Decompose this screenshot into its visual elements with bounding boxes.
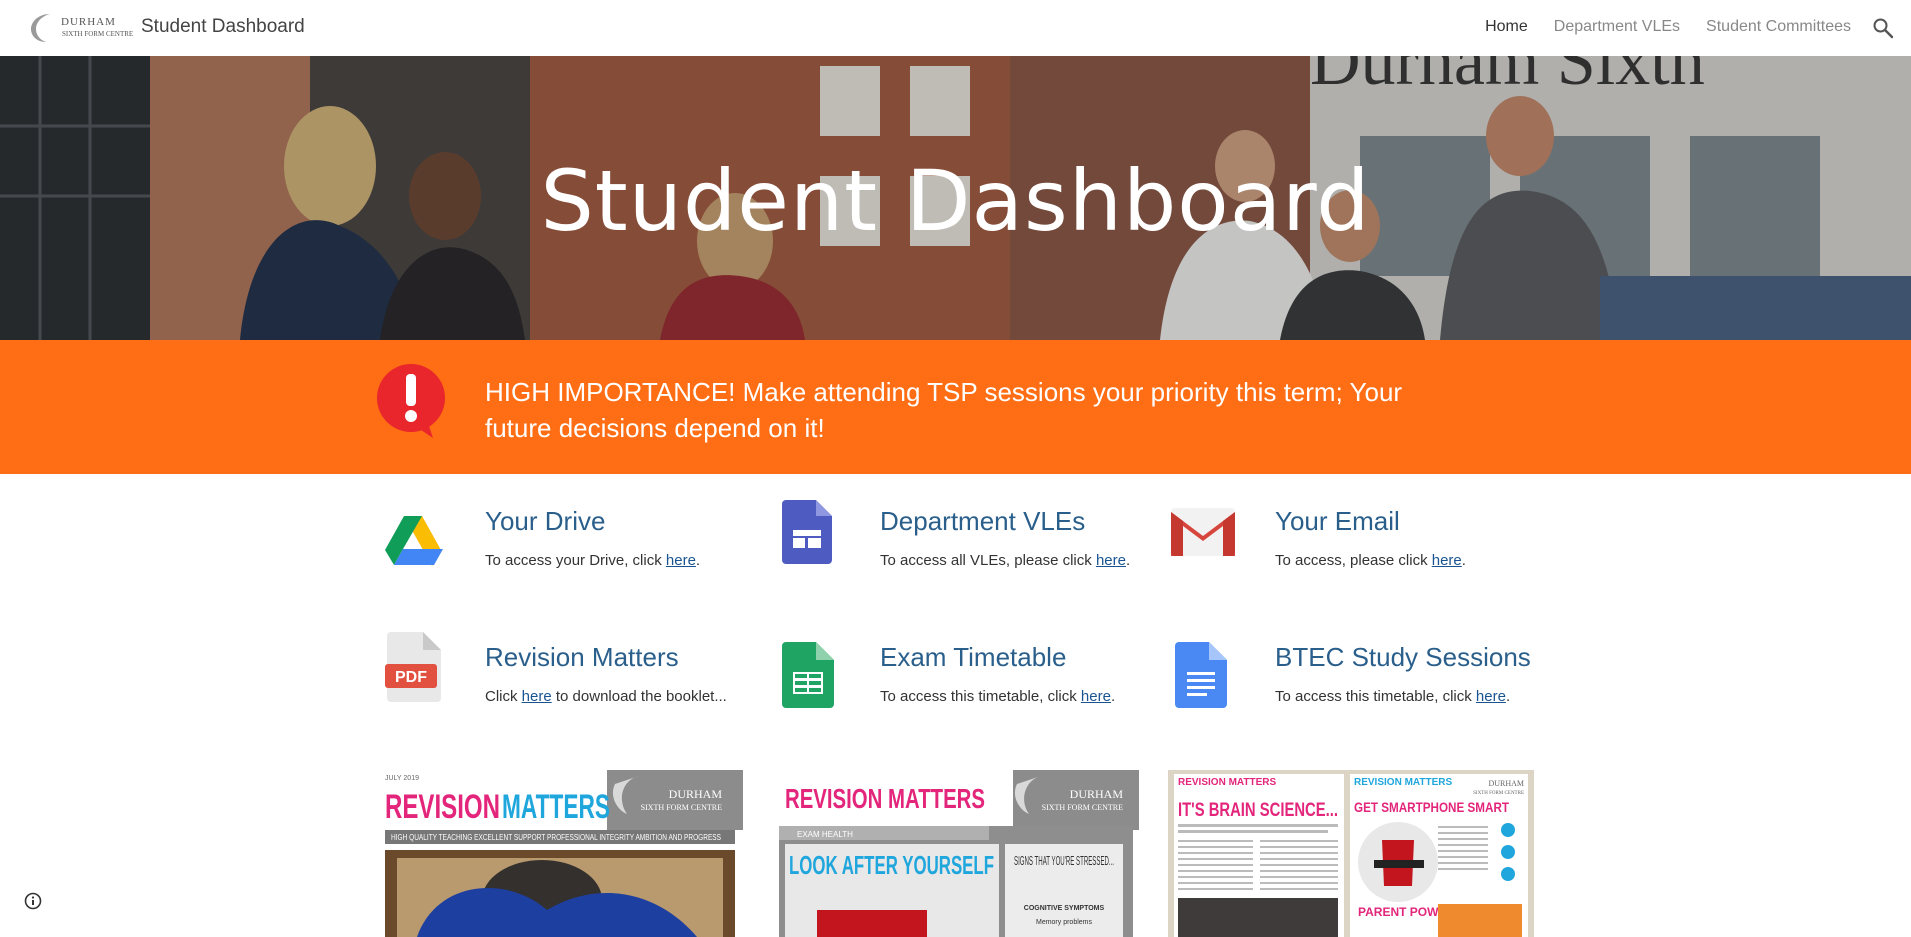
card-title[interactable]: Exam Timetable: [880, 642, 1066, 673]
booklet-cover-2[interactable]: REVISION MATTERS DURHAM SIXTH FORM CENTR…: [773, 770, 1139, 937]
google-sites-icon: [782, 500, 832, 564]
info-icon[interactable]: [24, 892, 42, 910]
gmail-icon: [1171, 508, 1235, 556]
card-desc-end: .: [1110, 688, 1116, 705]
card-desc-text: Click: [485, 688, 522, 705]
school-logo[interactable]: DURHAM SIXTH FORM CENTRE: [28, 10, 133, 44]
card-desc-end: .: [1125, 552, 1131, 569]
card-description: To access, please click here.: [1275, 552, 1466, 569]
booklet-org-2: SIXTH FORM CENTRE: [1042, 803, 1123, 812]
booklet-signs: SIGNS THAT YOU'RE STRESSED...: [1014, 853, 1114, 868]
booklet-brand-2: MATTERS: [502, 788, 610, 826]
card-desc-text: To access this timetable, click: [1275, 688, 1476, 705]
nav-department-vles[interactable]: Department VLEs: [1554, 18, 1680, 36]
google-docs-icon: [1175, 642, 1227, 708]
card-link-here[interactable]: here: [1476, 688, 1506, 705]
booklet-cover-3-art: REVISION MATTERS REVISION MATTERS DURHAM…: [1168, 770, 1534, 937]
card-exam-timetable: Exam Timetable To access this timetable,…: [780, 640, 1140, 740]
card-link-here[interactable]: here: [1096, 552, 1126, 569]
card-link-here[interactable]: here: [666, 552, 696, 569]
booklet-cover-3[interactable]: REVISION MATTERS REVISION MATTERS DURHAM…: [1168, 770, 1534, 937]
hero-banner: Durham Sixth Student Dashboard: [0, 56, 1911, 340]
booklet-brand-1: REVISION: [385, 788, 500, 826]
card-link-here[interactable]: here: [1081, 688, 1111, 705]
card-description: To access all VLEs, please click here.: [880, 552, 1130, 569]
google-sheets-icon: [782, 642, 834, 708]
booklet-right-brand: REVISION MATTERS: [1354, 777, 1452, 788]
top-bar: DURHAM SIXTH FORM CENTRE Student Dashboa…: [0, 0, 1911, 56]
booklet-right-headline: GET SMARTPHONE SMART: [1354, 799, 1509, 815]
nav-home[interactable]: Home: [1485, 18, 1528, 36]
card-description: To access this timetable, click here.: [880, 688, 1115, 705]
card-desc-end: .: [1461, 552, 1466, 569]
booklet-cover-1-art: JULY 2019 REVISION MATTERS DURHAM SIXTH …: [377, 770, 743, 937]
card-desc-text: To access your Drive, click: [485, 552, 666, 569]
booklet-left-brand: REVISION MATTERS: [1178, 777, 1276, 788]
main-nav: Home Department VLEs Student Committees: [1485, 18, 1851, 36]
card-desc-end: to download the booklet...: [551, 688, 727, 705]
booklet-org-1: DURHAM: [1488, 779, 1524, 788]
booklet-cover-1[interactable]: JULY 2019 REVISION MATTERS DURHAM SIXTH …: [377, 770, 743, 937]
card-your-drive: Your Drive To access your Drive, click h…: [385, 504, 745, 604]
booklet-strapline: HIGH QUALITY TEACHING EXCELLENT SUPPORT …: [391, 833, 721, 842]
booklet-org-2: SIXTH FORM CENTRE: [641, 803, 722, 812]
card-department-vles: Department VLEs To access all VLEs, plea…: [780, 500, 1140, 604]
booklet-tab: EXAM HEALTH: [797, 830, 853, 839]
card-description: Click here to download the booklet...: [485, 688, 727, 705]
logo-line-1: DURHAM: [61, 16, 116, 28]
booklet-left-headline: IT'S BRAIN SCIENCE...: [1178, 800, 1338, 821]
card-title[interactable]: BTEC Study Sessions: [1275, 642, 1531, 673]
booklet-org-1: DURHAM: [1070, 787, 1124, 801]
booklet-brand: REVISION MATTERS: [785, 783, 985, 814]
hero-title: Student Dashboard: [540, 152, 1371, 250]
booklet-org-1: DURHAM: [669, 787, 723, 801]
google-drive-icon: [385, 516, 443, 566]
booklet-cover-2-art: REVISION MATTERS DURHAM SIXTH FORM CENTR…: [773, 770, 1139, 937]
alert-message: HIGH IMPORTANCE! Make attending TSP sess…: [485, 377, 1403, 443]
card-desc-end: .: [1505, 688, 1511, 705]
logo-crescent-icon: [31, 14, 50, 42]
card-title[interactable]: Your Drive: [485, 506, 605, 537]
card-desc-end: .: [695, 552, 701, 569]
card-description: To access this timetable, click here.: [1275, 688, 1510, 705]
card-title[interactable]: Revision Matters: [485, 642, 679, 673]
card-desc-text: To access, please click: [1275, 552, 1432, 569]
svg-text:PDF: PDF: [395, 669, 427, 686]
card-description: To access your Drive, click here.: [485, 552, 700, 569]
booklet-sub-2: Memory problems: [1036, 919, 1093, 926]
booklet-org-2: SIXTH FORM CENTRE: [1473, 791, 1524, 796]
booklet-headline: LOOK AFTER YOURSELF: [789, 850, 994, 880]
logo-line-2: SIXTH FORM CENTRE: [62, 30, 134, 38]
search-icon[interactable]: [1871, 16, 1895, 40]
card-revision-matters: PDF Revision Matters Click here to downl…: [385, 632, 745, 740]
pdf-icon: PDF: [385, 632, 441, 702]
card-link-here[interactable]: here: [522, 688, 552, 705]
card-title[interactable]: Department VLEs: [880, 506, 1085, 537]
card-btec-study-sessions: BTEC Study Sessions To access this timet…: [1175, 640, 1535, 740]
card-desc-text: To access all VLEs, please click: [880, 552, 1096, 569]
nav-student-committees[interactable]: Student Committees: [1706, 18, 1851, 36]
booklet-sub: COGNITIVE SYMPTOMS: [1024, 905, 1105, 912]
card-link-here[interactable]: here: [1432, 552, 1462, 569]
card-title[interactable]: Your Email: [1275, 506, 1400, 537]
card-desc-text: To access this timetable, click: [880, 688, 1081, 705]
exclamation-icon: [377, 364, 445, 438]
site-title[interactable]: Student Dashboard: [141, 16, 305, 38]
booklet-date: JULY 2019: [385, 775, 419, 782]
alert-banner: HIGH IMPORTANCE! Make attending TSP sess…: [0, 340, 1911, 474]
card-your-email: Your Email To access, please click here.: [1171, 504, 1535, 604]
